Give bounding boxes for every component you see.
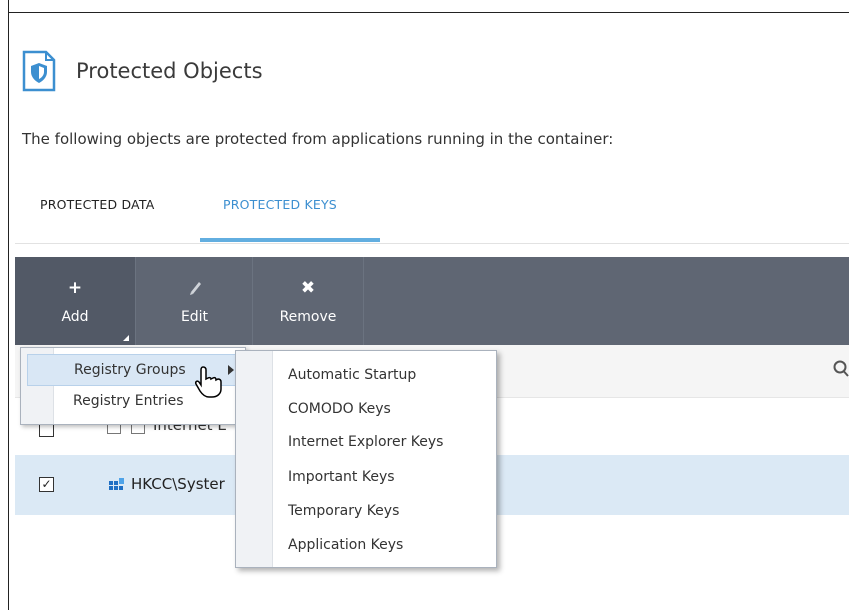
submenu-item-internet-explorer-keys[interactable]: Internet Explorer Keys	[288, 434, 443, 450]
toolbar: + Add Edit ✖ Remove	[15, 257, 849, 345]
dropdown-caret-icon	[123, 335, 129, 341]
submenu-item-application-keys[interactable]: Application Keys	[288, 537, 403, 553]
page-title: Protected Objects	[76, 59, 263, 83]
registry-groups-submenu: Automatic Startup COMODO Keys Internet E…	[235, 350, 497, 568]
submenu-item-automatic-startup[interactable]: Automatic Startup	[288, 367, 416, 383]
add-label: Add	[61, 309, 89, 325]
submenu-item-temporary-keys[interactable]: Temporary Keys	[288, 503, 399, 519]
tab-bar: PROTECTED DATA PROTECTED KEYS	[15, 185, 849, 244]
row-label: HKCC\Syster	[131, 475, 225, 493]
submenu-item-comodo-keys[interactable]: COMODO Keys	[288, 401, 391, 417]
tab-protected-keys[interactable]: PROTECTED KEYS	[223, 197, 337, 234]
submenu-arrow-icon	[228, 365, 234, 375]
menu-item-label: Registry Entries	[73, 393, 184, 409]
add-button[interactable]: + Add	[15, 257, 135, 345]
edit-label: Edit	[180, 309, 209, 325]
plus-icon: +	[67, 278, 83, 298]
hand-cursor-icon	[195, 365, 223, 399]
search-icon[interactable]	[833, 360, 849, 383]
x-icon: ✖	[300, 278, 316, 298]
row-checkbox-checked[interactable]: ✓	[39, 477, 54, 492]
tab-protected-data[interactable]: PROTECTED DATA	[40, 197, 154, 234]
header: Protected Objects	[22, 50, 263, 92]
remove-label: Remove	[279, 309, 337, 325]
description: The following objects are protected from…	[22, 130, 614, 148]
menu-gutter	[236, 351, 273, 567]
shield-document-icon	[22, 50, 56, 92]
menu-item-label: Registry Groups	[74, 362, 186, 378]
active-tab-indicator	[200, 238, 380, 242]
window-frame-top	[8, 12, 849, 13]
remove-button[interactable]: ✖ Remove	[252, 257, 364, 345]
window-frame-left	[8, 0, 9, 610]
registry-key-icon	[109, 478, 125, 494]
pencil-icon	[188, 279, 202, 297]
submenu-item-important-keys[interactable]: Important Keys	[288, 469, 395, 485]
edit-button[interactable]: Edit	[135, 257, 253, 345]
